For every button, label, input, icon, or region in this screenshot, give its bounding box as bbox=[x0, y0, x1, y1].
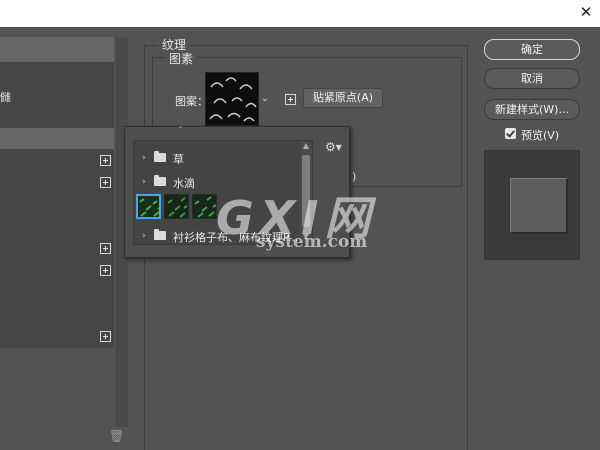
style-list-item[interactable] bbox=[0, 216, 114, 238]
style-list-item[interactable] bbox=[0, 304, 114, 326]
chevron-right-icon[interactable]: › bbox=[142, 177, 146, 187]
folder-label: 草 bbox=[173, 153, 184, 166]
add-effect-icon[interactable] bbox=[100, 331, 111, 342]
style-list-item-label: 雠 bbox=[0, 91, 11, 104]
style-list: 雠 bbox=[0, 37, 116, 450]
chevron-down-icon[interactable]: ⌄ bbox=[259, 72, 271, 126]
style-list-item[interactable] bbox=[0, 37, 114, 63]
preview-label: 预览(V) bbox=[521, 129, 560, 142]
chevron-right-icon[interactable]: › bbox=[142, 153, 146, 163]
gear-icon[interactable]: ⚙▾ bbox=[325, 140, 342, 154]
style-list-item[interactable] bbox=[0, 150, 114, 172]
folder-icon bbox=[154, 151, 166, 162]
pattern-thumbnail[interactable] bbox=[136, 194, 161, 219]
pattern-group-title: 图素 bbox=[166, 50, 197, 67]
cancel-button[interactable]: 取消 bbox=[484, 68, 580, 89]
style-list-item[interactable] bbox=[0, 326, 114, 348]
pattern-folder-grass[interactable]: › 草 bbox=[134, 148, 312, 168]
dialog-title-bar bbox=[0, 0, 600, 27]
style-list-item[interactable] bbox=[0, 238, 114, 260]
style-list-item[interactable] bbox=[0, 108, 114, 128]
pattern-thumbnail-image bbox=[138, 196, 159, 217]
snap-to-origin-button[interactable]: 贴紧原点(A) bbox=[303, 88, 383, 108]
folder-icon bbox=[154, 175, 166, 186]
new-style-button[interactable]: 新建样式(W)... bbox=[484, 99, 580, 120]
scroll-up-icon[interactable]: ▲ bbox=[300, 141, 312, 151]
style-list-item-texture-selected[interactable] bbox=[0, 128, 114, 150]
ok-button[interactable]: 确定 bbox=[484, 39, 580, 60]
pattern-thumbnail-image bbox=[193, 195, 216, 218]
pattern-preview-image bbox=[206, 73, 258, 125]
style-list-item[interactable] bbox=[0, 282, 114, 304]
style-list-item[interactable]: 雠 bbox=[0, 84, 114, 108]
add-effect-icon[interactable] bbox=[100, 155, 111, 166]
plus-icon[interactable] bbox=[285, 94, 296, 105]
add-effect-icon[interactable] bbox=[100, 177, 111, 188]
folder-icon bbox=[154, 229, 166, 240]
preview-checkbox[interactable] bbox=[505, 128, 516, 139]
pattern-thumbnail-image bbox=[165, 195, 188, 218]
style-preview-swatch bbox=[510, 178, 568, 234]
watermark-url: system.com bbox=[256, 232, 368, 252]
pattern-thumbnail[interactable] bbox=[192, 194, 217, 219]
style-list-item[interactable] bbox=[0, 194, 114, 216]
pattern-swatch[interactable] bbox=[205, 72, 259, 126]
style-list-item[interactable] bbox=[0, 63, 114, 84]
style-list-item[interactable] bbox=[0, 260, 114, 282]
style-list-item[interactable] bbox=[0, 172, 114, 194]
pattern-thumbnail[interactable] bbox=[164, 194, 189, 219]
pattern-label: 图案： bbox=[175, 95, 208, 108]
add-effect-icon[interactable] bbox=[100, 243, 111, 254]
close-icon[interactable]: ✕ bbox=[578, 4, 594, 20]
chevron-right-icon[interactable]: › bbox=[142, 231, 146, 241]
add-effect-icon[interactable] bbox=[100, 265, 111, 276]
trash-icon[interactable]: 🗑 bbox=[109, 430, 124, 442]
folder-label: 水滴 bbox=[173, 177, 195, 190]
picker-top-indicator: ⌃ bbox=[177, 125, 184, 134]
